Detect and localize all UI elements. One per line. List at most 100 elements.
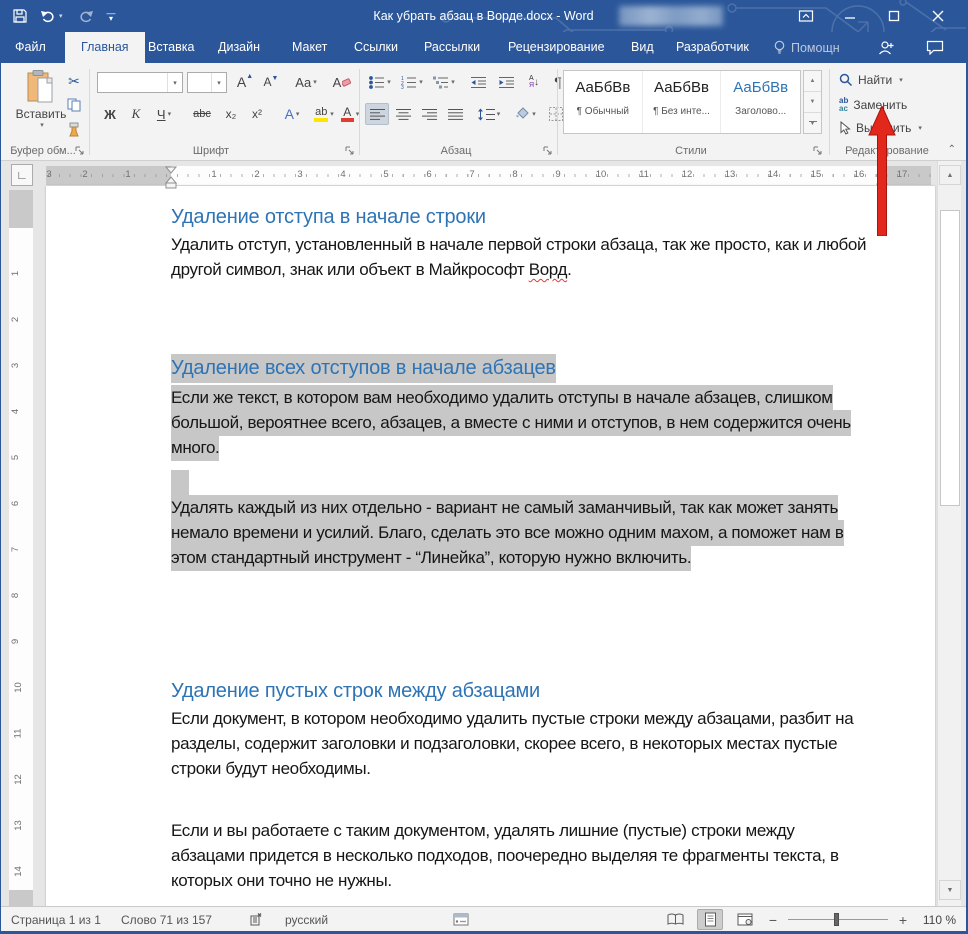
doc-heading-3[interactable]: Удаление пустых строк между абзацами bbox=[171, 680, 871, 703]
find-button[interactable]: Найти ▾ bbox=[839, 73, 903, 87]
tab-references[interactable]: Ссылки bbox=[350, 32, 402, 63]
style-normal[interactable]: АаБбВв ¶ Обычный bbox=[564, 71, 643, 133]
superscript-button[interactable]: x² bbox=[245, 103, 269, 125]
doc-paragraph-5[interactable]: Если и вы работаете с таким документом, … bbox=[171, 818, 871, 893]
doc-paragraph-1[interactable]: Удалить отступ, установленный в начале п… bbox=[171, 232, 871, 282]
macro-recording-button[interactable] bbox=[453, 907, 469, 931]
clear-formatting-button[interactable]: А bbox=[329, 71, 355, 93]
bold-button[interactable]: Ж bbox=[99, 103, 121, 125]
cut-button[interactable]: ✂ bbox=[63, 71, 85, 91]
zoom-out-button[interactable]: − bbox=[767, 912, 779, 928]
tab-review[interactable]: Рецензирование bbox=[504, 32, 609, 63]
shading-button[interactable]: ▾ bbox=[509, 103, 541, 125]
sort-button[interactable]: АЯ ↓ bbox=[521, 71, 547, 93]
collapse-ribbon-icon[interactable]: ⌃ bbox=[948, 144, 956, 155]
vertical-scrollbar[interactable]: ▲ ▼ bbox=[937, 161, 961, 906]
style-heading1[interactable]: АаБбВв Заголово... bbox=[721, 71, 800, 133]
style-no-spacing[interactable]: АаБбВв ¶ Без инте... bbox=[643, 71, 722, 133]
styles-scroll-down-icon[interactable]: ▼ bbox=[804, 92, 821, 113]
font-dialog-launcher[interactable] bbox=[345, 145, 357, 157]
tab-file[interactable]: Файл bbox=[11, 32, 50, 63]
tab-home[interactable]: Главная bbox=[65, 32, 145, 63]
copy-button[interactable] bbox=[63, 95, 85, 115]
multilevel-list-button[interactable]: ▾ bbox=[429, 71, 459, 93]
maximize-icon[interactable] bbox=[872, 0, 916, 32]
underline-button[interactable]: Ч ▾ bbox=[149, 103, 179, 125]
tab-view[interactable]: Вид bbox=[627, 32, 658, 63]
bullets-button[interactable]: ▾ bbox=[365, 71, 395, 93]
horizontal-ruler[interactable]: 3 2 1 1 2 3 4 5 6 7 8 9 10 11 12 13 14 15 16 17 bbox=[46, 166, 931, 189]
doc-heading-1[interactable]: Удаление отступа в начале строки bbox=[171, 206, 871, 229]
text-highlight-button[interactable]: ab ▾ bbox=[309, 103, 339, 125]
font-size-dropdown-icon[interactable]: ▾ bbox=[211, 73, 226, 92]
tab-insert[interactable]: Вставка bbox=[144, 32, 198, 63]
strikethrough-button[interactable]: abc bbox=[187, 103, 217, 125]
italic-button[interactable]: К bbox=[125, 103, 147, 125]
tab-selector[interactable]: ∟ bbox=[11, 164, 33, 186]
line-spacing-button[interactable]: ▾ bbox=[473, 103, 505, 125]
scroll-up-icon[interactable]: ▲ bbox=[939, 165, 961, 185]
proofing-status[interactable] bbox=[249, 907, 264, 931]
align-left-button[interactable] bbox=[365, 103, 389, 125]
scroll-down-icon[interactable]: ▼ bbox=[939, 880, 961, 900]
font-name-input[interactable] bbox=[98, 73, 167, 92]
document-page[interactable]: Удаление отступа в начале строки Удалить… bbox=[46, 186, 935, 906]
doc-paragraph-3[interactable]: Удалять каждый из них отдельно - вариант… bbox=[171, 495, 871, 571]
tell-me-assistant[interactable]: Помощн bbox=[773, 32, 840, 63]
language-indicator[interactable]: русский bbox=[285, 907, 328, 931]
tab-layout[interactable]: Макет bbox=[288, 32, 331, 63]
scrollbar-thumb[interactable] bbox=[940, 210, 960, 506]
doc-heading-2[interactable]: Удаление всех отступов в начале абзацев bbox=[171, 354, 871, 383]
undo-button[interactable]: ▾ bbox=[41, 9, 63, 23]
zoom-slider-thumb[interactable] bbox=[834, 913, 839, 926]
font-name-dropdown-icon[interactable]: ▾ bbox=[167, 73, 182, 92]
font-name-combo[interactable]: ▾ bbox=[97, 72, 183, 93]
decrease-indent-button[interactable] bbox=[465, 71, 491, 93]
doc-paragraph-4[interactable]: Если документ, в котором необходимо удал… bbox=[171, 706, 871, 781]
tab-developer[interactable]: Разработчик bbox=[672, 32, 753, 63]
styles-scroll-up-icon[interactable]: ▲ bbox=[804, 71, 821, 92]
undo-dropdown-icon[interactable]: ▾ bbox=[59, 12, 63, 20]
grow-font-button[interactable]: А ▲ bbox=[233, 71, 257, 93]
format-painter-button[interactable] bbox=[63, 119, 85, 139]
redo-button[interactable] bbox=[77, 9, 93, 23]
read-mode-button[interactable] bbox=[662, 909, 688, 930]
paragraph-dialog-launcher[interactable] bbox=[543, 145, 555, 157]
share-button[interactable] bbox=[877, 32, 895, 63]
doc-paragraph-2[interactable]: Если же текст, в котором вам необходимо … bbox=[171, 385, 871, 461]
zoom-slider[interactable] bbox=[788, 909, 888, 930]
customize-qat-icon[interactable]: — ▾ bbox=[107, 9, 116, 23]
align-center-button[interactable] bbox=[391, 103, 415, 125]
paste-button[interactable]: Вставить ▾ bbox=[13, 70, 69, 136]
zoom-level[interactable]: 110 % bbox=[918, 913, 956, 927]
close-icon[interactable] bbox=[916, 0, 960, 32]
word-count[interactable]: Слово 71 из 157 bbox=[121, 907, 212, 931]
minimize-icon[interactable] bbox=[828, 0, 872, 32]
subscript-button[interactable]: x₂ bbox=[219, 103, 243, 125]
print-layout-button[interactable] bbox=[697, 909, 723, 930]
vertical-ruler[interactable]: 1 2 3 4 5 6 7 8 9 10 11 12 13 14 bbox=[9, 190, 33, 906]
styles-gallery-more-icon[interactable]: ▼ bbox=[804, 113, 821, 133]
shrink-font-button[interactable]: А ▼ bbox=[259, 71, 283, 93]
indent-markers[interactable] bbox=[165, 166, 177, 193]
ribbon-display-options-icon[interactable] bbox=[784, 0, 828, 32]
change-case-button[interactable]: Aa ▾ bbox=[289, 71, 323, 93]
tab-design[interactable]: Дизайн bbox=[214, 32, 264, 63]
zoom-in-button[interactable]: + bbox=[897, 912, 909, 928]
tab-mailings[interactable]: Рассылки bbox=[420, 32, 484, 63]
font-size-combo[interactable]: ▾ bbox=[187, 72, 227, 93]
paste-dropdown-icon[interactable]: ▾ bbox=[40, 121, 44, 129]
styles-dialog-launcher[interactable] bbox=[813, 145, 825, 157]
web-layout-button[interactable] bbox=[732, 909, 758, 930]
comments-button[interactable] bbox=[926, 32, 944, 63]
font-size-input[interactable] bbox=[188, 73, 211, 92]
text-effects-button[interactable]: А ▾ bbox=[277, 103, 307, 125]
clipboard-dialog-launcher[interactable] bbox=[75, 145, 87, 157]
increase-indent-button[interactable] bbox=[493, 71, 519, 93]
selected-empty-line[interactable] bbox=[171, 470, 189, 495]
page-indicator[interactable]: Страница 1 из 1 bbox=[11, 907, 101, 931]
align-right-button[interactable] bbox=[417, 103, 441, 125]
save-icon[interactable] bbox=[13, 9, 27, 23]
justify-button[interactable] bbox=[443, 103, 467, 125]
numbering-button[interactable]: 123 ▾ bbox=[397, 71, 427, 93]
